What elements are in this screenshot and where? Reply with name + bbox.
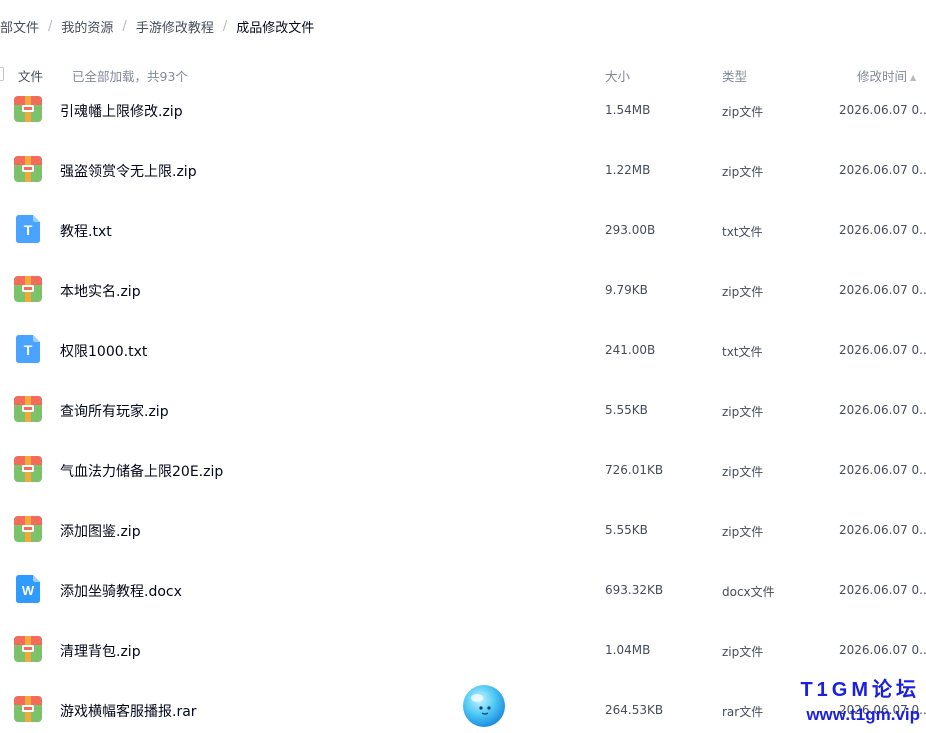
watermark-title: T1GM论坛 [800, 679, 920, 701]
breadcrumb-all-files[interactable]: 部文件 [0, 17, 39, 36]
file-type: txt文件 [722, 345, 763, 359]
file-row[interactable]: 查询所有玩家.zip 5.55KB zip文件 2026.06.07 0... [0, 380, 926, 440]
file-size: 241.00B [605, 343, 656, 357]
zip-archive-icon [13, 274, 43, 304]
file-name[interactable]: 添加坐骑教程.docx [60, 581, 182, 601]
file-size: 5.55KB [605, 403, 648, 417]
file-size: 1.22MB [605, 163, 651, 177]
file-modified-date: 2026.06.07 0... [839, 463, 926, 477]
breadcrumb-current-folder: 成品修改文件 [236, 20, 315, 36]
file-name[interactable]: 强盗领赏令无上限.zip [60, 161, 197, 181]
file-row[interactable]: W 添加坐骑教程.docx 693.32KB docx文件 2026.06.07 0..… [0, 560, 926, 620]
file-modified-date: 2026.06.07 0... [839, 403, 926, 417]
zip-archive-icon [13, 154, 43, 184]
file-modified-date: 2026.06.07 0... [839, 523, 926, 537]
file-modified-date: 2026.06.07 0... [839, 583, 926, 597]
breadcrumb-my-resources[interactable]: 我的资源 [61, 17, 113, 36]
text-file-icon: T [13, 214, 43, 244]
file-name[interactable]: 权限1000.txt [60, 341, 147, 361]
word-doc-icon: W [13, 574, 43, 604]
file-name[interactable]: 引魂幡上限修改.zip [60, 101, 183, 121]
text-file-icon: T [13, 334, 43, 364]
file-row[interactable]: 清理背包.zip 1.04MB zip文件 2026.06.07 0... [0, 620, 926, 680]
file-row[interactable]: 引魂幡上限修改.zip 1.54MB zip文件 2026.06.07 0... [0, 80, 926, 140]
breadcrumb: 部文件 / 我的资源 / 手游修改教程 / 成品修改文件 [0, 16, 314, 36]
zip-archive-icon [13, 514, 43, 544]
file-type: rar文件 [722, 705, 764, 719]
file-type: zip文件 [722, 165, 764, 179]
assistant-bubble-icon[interactable] [461, 683, 507, 729]
file-row[interactable]: 气血法力储备上限20E.zip 726.01KB zip文件 2026.06.07 0… [0, 440, 926, 500]
svg-text:W: W [22, 583, 35, 598]
zip-archive-icon [13, 394, 43, 424]
file-type: zip文件 [722, 105, 764, 119]
file-size: 264.53KB [605, 703, 664, 717]
file-modified-date: 2026.06.07 0... [839, 103, 926, 117]
file-name[interactable]: 清理背包.zip [60, 641, 141, 661]
zip-archive-icon [13, 634, 43, 664]
file-type: docx文件 [722, 585, 775, 599]
zip-archive-icon [13, 454, 43, 484]
file-modified-date: 2026.06.07 0... [839, 283, 926, 297]
file-size: 693.32KB [605, 583, 664, 597]
file-type: zip文件 [722, 525, 764, 539]
file-name[interactable]: 教程.txt [60, 221, 112, 241]
file-type: zip文件 [722, 405, 764, 419]
svg-text:T: T [24, 342, 33, 358]
file-list: 引魂幡上限修改.zip 1.54MB zip文件 2026.06.07 0... 强盗领… [0, 80, 926, 733]
file-row[interactable]: T 教程.txt 293.00B txt文件 2026.06.07 0... [0, 200, 926, 260]
file-name[interactable]: 气血法力储备上限20E.zip [60, 461, 223, 481]
zip-archive-icon [13, 694, 43, 724]
file-name[interactable]: 查询所有玩家.zip [60, 401, 169, 421]
file-row[interactable]: 强盗领赏令无上限.zip 1.22MB zip文件 2026.06.07 0... [0, 140, 926, 200]
file-size: 5.55KB [605, 523, 648, 537]
file-name[interactable]: 添加图鉴.zip [60, 521, 141, 541]
select-all-checkbox[interactable] [0, 67, 4, 81]
file-size: 293.00B [605, 223, 656, 237]
file-size: 1.54MB [605, 103, 651, 117]
file-row[interactable]: T 权限1000.txt 241.00B txt文件 2026.06.07 0... [0, 320, 926, 380]
file-name[interactable]: 游戏横幅客服播报.rar [60, 701, 197, 721]
zip-archive-icon [13, 94, 43, 124]
file-size: 1.04MB [605, 643, 651, 657]
watermark: T1GM论坛 www.t1gm.vip [800, 678, 920, 728]
file-name[interactable]: 本地实名.zip [60, 281, 141, 301]
breadcrumb-separator: / [48, 18, 53, 34]
file-type: zip文件 [722, 465, 764, 479]
file-modified-date: 2026.06.07 0... [839, 643, 926, 657]
breadcrumb-mobile-game-tutorials[interactable]: 手游修改教程 [136, 17, 214, 36]
file-modified-date: 2026.06.07 0... [839, 163, 926, 177]
file-row[interactable]: 添加图鉴.zip 5.55KB zip文件 2026.06.07 0... [0, 500, 926, 560]
file-type: zip文件 [722, 645, 764, 659]
file-type: zip文件 [722, 285, 764, 299]
file-modified-date: 2026.06.07 0... [839, 343, 926, 357]
file-size: 726.01KB [605, 463, 664, 477]
breadcrumb-separator: / [222, 18, 228, 34]
watermark-url: www.t1gm.vip [806, 705, 920, 724]
file-modified-date: 2026.06.07 0... [839, 223, 926, 237]
breadcrumb-separator: / [122, 18, 127, 34]
file-type: txt文件 [722, 225, 763, 239]
file-size: 9.79KB [605, 283, 648, 297]
file-row[interactable]: 本地实名.zip 9.79KB zip文件 2026.06.07 0... [0, 260, 926, 320]
svg-text:T: T [24, 222, 33, 238]
